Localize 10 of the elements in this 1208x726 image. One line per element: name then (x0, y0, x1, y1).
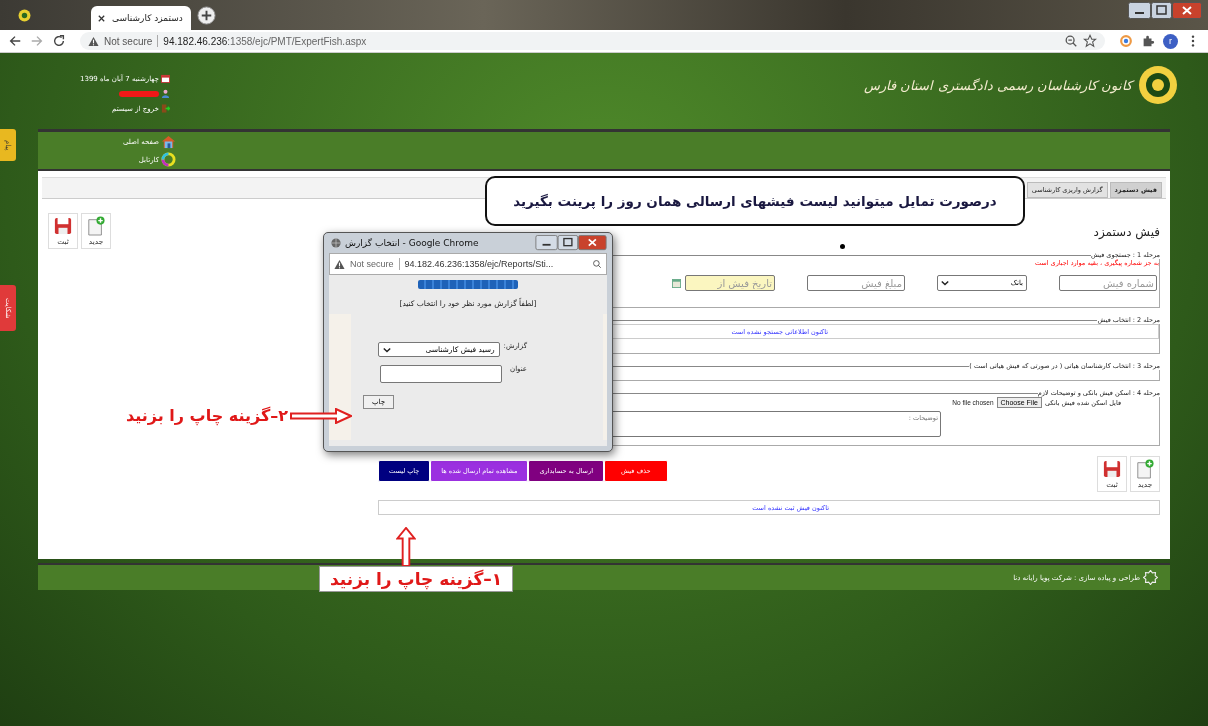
popup-title: انتخاب گزارش - Google Chrome (345, 238, 479, 248)
url-text: 94.182.46.236:1358/ejc/Reports/Sti... (404, 259, 554, 269)
page-title: فیش دستمزد (1093, 225, 1160, 239)
security-label: Not secure (104, 35, 153, 47)
annotation-label: ۲–گزینه چاپ را بزنید (126, 406, 289, 425)
annotation-label: ۱–گزینه چاپ را بزنید (320, 567, 513, 591)
security-label: Not secure (350, 259, 394, 269)
callout-note: درصورت تمایل میتوانید لیست فیشهای ارسالی همان روز را پرینت بگیرید (485, 176, 1025, 226)
url-text: 94.182.46.236:1358/ejc/PMT/ExpertFish.aspx (163, 35, 367, 47)
tab-title: دستمزد کارشناسی (112, 13, 183, 23)
